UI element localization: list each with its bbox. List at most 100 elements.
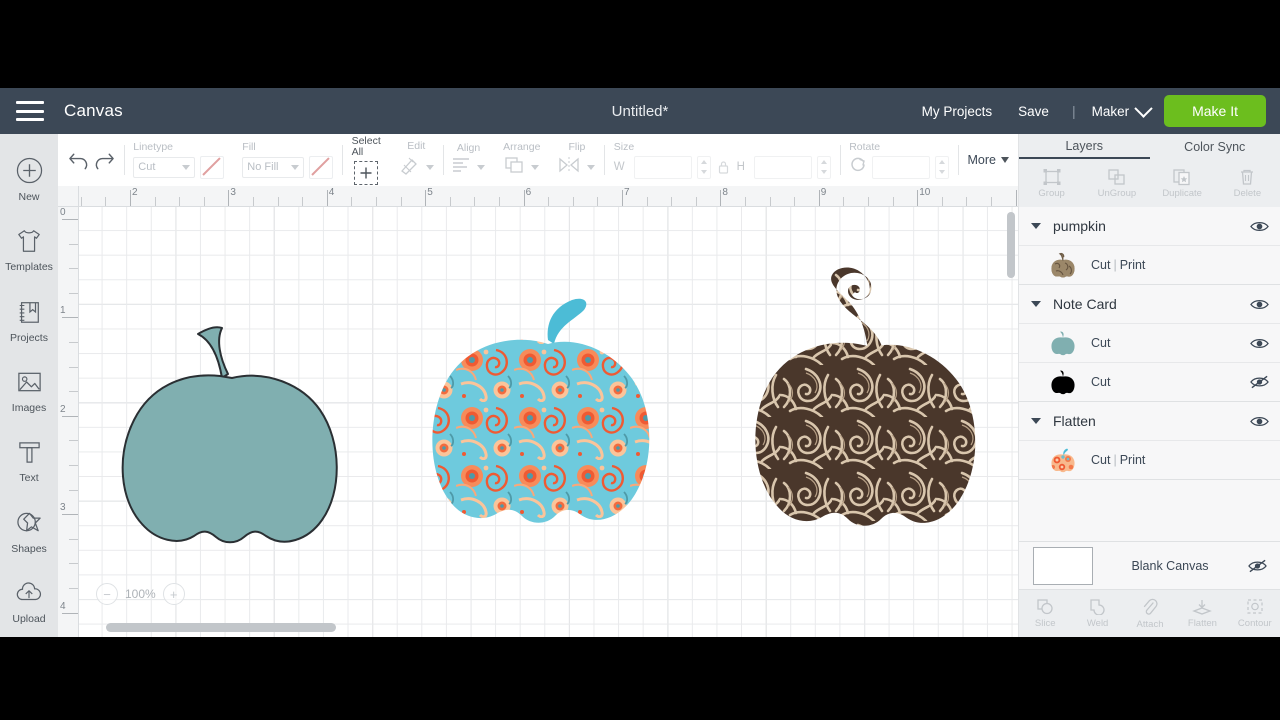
tab-layers[interactable]: Layers xyxy=(1019,134,1150,159)
ruler-top-tick xyxy=(597,197,599,206)
sidebar-item-projects[interactable]: Projects xyxy=(0,285,58,355)
ruler-top-tick xyxy=(622,190,623,206)
ruler-left-tick xyxy=(69,366,78,368)
contour-button[interactable]: Contour xyxy=(1229,598,1280,629)
chevron-down-icon[interactable] xyxy=(1031,418,1041,424)
select-all-group[interactable]: Select All xyxy=(343,134,390,186)
arrange-group[interactable]: Arrange xyxy=(494,134,549,186)
canvas-scrollbar-vertical[interactable] xyxy=(1007,212,1015,278)
sidebar-item-images[interactable]: Images xyxy=(0,355,58,425)
cloud-upload-icon xyxy=(14,578,44,608)
rotate-stepper[interactable] xyxy=(935,155,950,179)
size-height-input[interactable] xyxy=(753,155,812,179)
flip-group[interactable]: Flip xyxy=(549,134,604,186)
align-group[interactable]: Align xyxy=(443,134,494,186)
ruler-top-tick xyxy=(1015,190,1017,206)
attach-label: Attach xyxy=(1136,618,1164,630)
size-width-input[interactable] xyxy=(633,155,692,179)
slice-button[interactable]: Slice xyxy=(1019,598,1071,629)
layer-group-header[interactable]: Flatten xyxy=(1019,402,1280,440)
rotate-input[interactable] xyxy=(872,155,931,179)
chevron-down-icon[interactable] xyxy=(1031,301,1041,307)
visibility-toggle-hidden[interactable] xyxy=(1247,556,1267,576)
attach-button[interactable]: Attach xyxy=(1124,598,1176,630)
ruler-top-tick xyxy=(695,197,697,206)
sidebar-item-new[interactable]: New xyxy=(0,144,58,214)
tab-color-sync[interactable]: Color Sync xyxy=(1150,134,1280,159)
size-height-stepper[interactable] xyxy=(816,155,831,179)
blank-canvas-row[interactable]: Blank Canvas xyxy=(1019,541,1280,590)
visibility-toggle[interactable] xyxy=(1249,294,1269,314)
zoom-in-button[interactable]: + xyxy=(162,583,185,605)
sidebar-item-upload[interactable]: Upload xyxy=(0,567,58,637)
rotate-icon[interactable] xyxy=(849,156,867,179)
book-icon xyxy=(14,297,44,327)
ruler-left-tick xyxy=(62,415,78,417)
ruler-vertical: 012345 xyxy=(58,186,79,637)
size-width-label: W xyxy=(613,161,625,173)
layer-row[interactable]: Cut xyxy=(1019,323,1280,362)
layer-op-cut: Cut xyxy=(1091,453,1111,467)
fill-label: Fill xyxy=(242,140,256,153)
layers-panel: Layers Color Sync Group UnGroup Duplicat… xyxy=(1018,134,1280,637)
group-button[interactable]: Group xyxy=(1019,168,1084,199)
layer-tools: Group UnGroup Duplicate Delete xyxy=(1019,159,1280,208)
sidebar-item-templates[interactable]: Templates xyxy=(0,214,58,284)
chevron-down-icon[interactable] xyxy=(1031,223,1041,229)
size-width-stepper[interactable] xyxy=(696,155,711,179)
hamburger-icon[interactable] xyxy=(16,101,44,121)
undo-icon[interactable] xyxy=(67,148,91,172)
fill-color-swatch[interactable] xyxy=(309,155,334,179)
delete-button[interactable]: Delete xyxy=(1215,168,1280,199)
layer-group-pumpkin: pumpkin Cut | Print xyxy=(1019,207,1280,284)
ruler-top-tick xyxy=(130,190,131,206)
canvas-object-swirl-pumpkin[interactable] xyxy=(728,261,1008,551)
fill-group: Fill No Fill xyxy=(233,134,342,186)
fill-select[interactable]: No Fill xyxy=(242,156,305,178)
canvas-object-paisley-pumpkin[interactable] xyxy=(398,286,688,576)
layer-operations: Cut | Print xyxy=(1091,258,1269,272)
design-canvas[interactable]: 234567891011121314 012345 − 100% + xyxy=(58,186,1018,637)
visibility-toggle[interactable] xyxy=(1249,216,1269,236)
save-button[interactable]: Save xyxy=(1005,104,1062,119)
ruler-top-tick xyxy=(868,197,869,206)
linetype-color-swatch[interactable] xyxy=(200,155,225,179)
panel-tabs: Layers Color Sync xyxy=(1019,134,1280,159)
lock-aspect-icon[interactable] xyxy=(716,160,732,175)
my-projects-link[interactable]: My Projects xyxy=(909,104,1006,119)
canvas-scrollbar-horizontal[interactable] xyxy=(106,623,336,632)
blank-canvas-swatch[interactable] xyxy=(1033,547,1093,585)
ruler-top-tick xyxy=(892,197,894,206)
layer-row[interactable]: Cut | Print xyxy=(1019,440,1280,479)
linetype-select[interactable]: Cut xyxy=(133,156,196,178)
ruler-top-label: 9 xyxy=(820,187,827,198)
visibility-toggle-hidden[interactable] xyxy=(1249,372,1269,392)
redo-icon[interactable] xyxy=(91,148,115,172)
visibility-toggle[interactable] xyxy=(1249,411,1269,431)
canvas-object-teal-pumpkin[interactable] xyxy=(90,316,350,561)
layer-op-cut: Cut xyxy=(1091,258,1111,272)
size-height-label: H xyxy=(736,161,745,173)
sidebar-item-shapes[interactable]: Shapes xyxy=(0,496,58,566)
ruler-top-tick xyxy=(991,197,992,206)
ungroup-button[interactable]: UnGroup xyxy=(1084,168,1149,199)
sidebar-item-text[interactable]: Text xyxy=(0,426,58,496)
machine-selector[interactable]: Maker xyxy=(1086,98,1165,119)
zoom-out-button[interactable]: − xyxy=(96,583,118,605)
layer-group-note-card: Note Card Cut Cut xyxy=(1019,285,1280,401)
fill-value: No Fill xyxy=(247,161,279,173)
make-it-button[interactable]: Make It xyxy=(1164,95,1266,127)
ruler-left-label: 4 xyxy=(60,600,66,612)
edit-label: Edit xyxy=(407,139,426,152)
layer-group-header[interactable]: pumpkin xyxy=(1019,207,1280,245)
edit-group[interactable]: Edit xyxy=(390,134,443,186)
layer-group-header[interactable]: Note Card xyxy=(1019,285,1280,323)
size-label: Size xyxy=(613,140,635,153)
visibility-toggle[interactable] xyxy=(1249,333,1269,353)
flatten-button[interactable]: Flatten xyxy=(1176,598,1228,629)
more-menu[interactable]: More xyxy=(959,134,1018,186)
layer-row[interactable]: Cut xyxy=(1019,362,1280,401)
weld-button[interactable]: Weld xyxy=(1071,598,1123,629)
layer-row[interactable]: Cut | Print xyxy=(1019,245,1280,284)
duplicate-button[interactable]: Duplicate xyxy=(1150,168,1215,199)
